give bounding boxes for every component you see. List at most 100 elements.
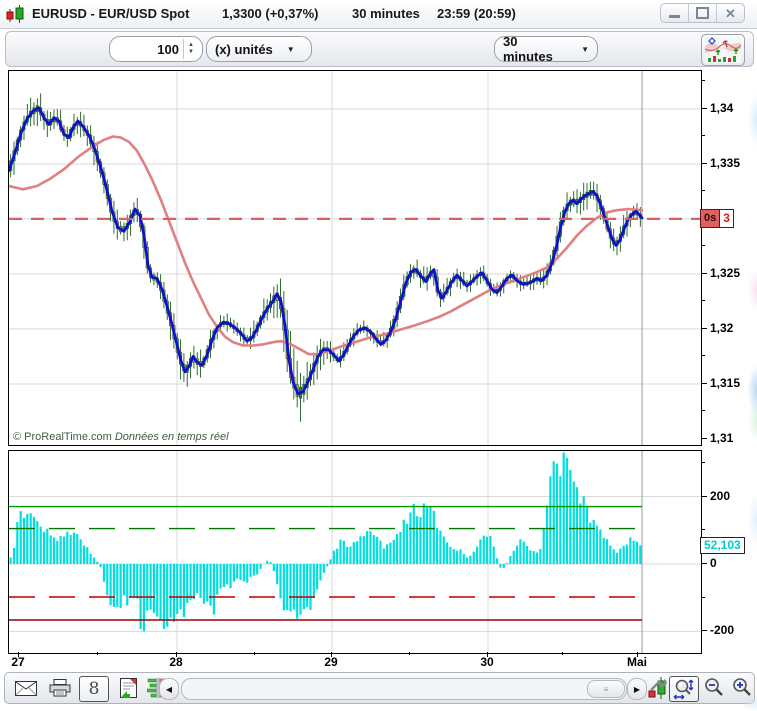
axis-minor-tick [701,135,705,136]
price-axis-label: 1,335 [710,156,740,170]
bottom-toolbar: 8 ◀ ≡ ▶ [4,672,755,704]
zoom-out-icon [703,677,725,699]
time-axis: 27 28 29 30 Mai [8,652,700,668]
order-document-button[interactable] [115,676,141,700]
arrow-right-icon: ▶ [634,685,640,694]
copyright-text: © ProRealTime.com [13,431,112,443]
chart-style-button[interactable] [701,34,745,66]
minimize-button[interactable] [661,4,689,22]
indicator-axis-label: 200 [710,489,730,503]
spinner-arrows[interactable]: ▲ ▼ [183,39,198,59]
zoom-in-icon [731,677,753,699]
wrench-candle-icon [648,677,668,699]
axis-tick [701,630,707,631]
units-dropdown-label: (x) unités [215,42,273,57]
price-axis-label: 1,325 [710,266,740,280]
quote-clock: 23:59 (20:59) [437,6,516,21]
axis-minor-tick [701,245,705,246]
close-button[interactable]: ✕ [717,4,744,22]
axis-tick [701,563,707,564]
axis-tick [701,328,707,329]
scrollbar-thumb[interactable]: ≡ [587,680,625,698]
axis-minor-tick [701,190,705,191]
time-axis-minor-tick [97,652,98,655]
price-axis-label: 1,32 [710,321,733,335]
axis-minor-tick [701,597,705,598]
candlestick-8-icon: 8 [89,681,100,698]
axis-minor-tick [701,529,705,530]
document-arrows-icon [120,678,137,698]
chart-toolbar: 100 ▲ ▼ (x) unités ▼ 30 minutes ▼ [5,31,754,67]
quote-price: 1,3300 (+0,37%) [222,6,318,21]
screenshot-root: { "window": { "app_title": "EURUSD - EUR… [0,0,757,711]
candlestick-style-button[interactable]: 8 [79,676,109,702]
time-axis-label: 27 [11,655,24,669]
axis-tick [701,383,707,384]
price-axis-label: 1,31 [710,431,733,445]
price-chart-panel[interactable]: © ProRealTime.com Données en temps réel [8,70,702,446]
zoom-in-button[interactable] [729,676,755,700]
axis-minor-tick [701,462,705,463]
spinner-up-icon[interactable]: ▲ [184,42,198,49]
axis-tick [701,273,707,274]
maximize-icon [696,7,709,19]
email-button[interactable] [13,676,39,700]
title-bar[interactable]: EURUSD - EUR/USD Spot 1,3300 (+0,37%) 30… [0,0,757,29]
zoom-pan-icon [673,678,695,700]
spinner-down-icon[interactable]: ▼ [184,49,198,56]
oscillator-histogram [9,451,701,653]
time-axis-minor-tick [409,652,410,655]
chevron-down-icon: ▼ [581,45,589,54]
maximize-button[interactable] [689,4,717,22]
zoom-pan-button[interactable] [669,676,699,702]
close-icon: ✕ [725,7,736,20]
price-axis-label: 1,315 [710,376,740,390]
axis-minor-tick [701,300,705,301]
units-value[interactable]: 100 [110,42,183,57]
time-axis-label: 29 [324,655,337,669]
chevron-down-icon: ▼ [287,45,295,54]
envelope-icon [15,681,37,696]
chart-preview-icon [705,37,741,63]
app-candlestick-icon [5,4,27,24]
time-axis-minor-tick [254,652,255,655]
time-axis-label: Mai [627,655,647,669]
axis-tick [701,496,707,497]
indicator-axis-label: -200 [710,623,734,637]
zoom-out-button[interactable] [701,676,727,700]
time-axis-minor-tick [562,652,563,655]
axis-minor-tick [701,410,705,411]
print-button[interactable] [47,676,73,700]
price-axis: 1,34 1,335 1,325 1,32 1,315 1,31 [701,70,756,444]
period-dropdown[interactable]: 30 minutes ▼ [494,36,598,62]
time-axis-label: 28 [169,655,182,669]
copyright-label: © ProRealTime.com Données en temps réel [13,431,229,443]
grip-icon: ≡ [604,685,609,694]
candlestick-chart [9,71,701,445]
axis-minor-tick [701,355,705,356]
time-axis-label: 30 [480,655,493,669]
axis-tick [701,438,707,439]
price-axis-label: 1,34 [710,101,733,115]
chart-scrollbar[interactable]: ≡ [181,678,627,700]
realtime-text: Données en temps réel [115,431,229,443]
axis-minor-tick [701,80,705,81]
scroll-right-button[interactable]: ▶ [627,678,647,700]
indicator-panel[interactable] [8,450,702,654]
units-spinner[interactable]: 100 ▲ ▼ [109,36,203,62]
printer-icon [49,679,71,697]
units-dropdown[interactable]: (x) unités ▼ [206,36,312,62]
period-dropdown-label: 30 minutes [503,34,567,64]
quote-timeframe: 30 minutes [352,6,420,21]
countdown-label: 0s [701,210,719,227]
window-controls: ✕ [660,3,745,23]
scroll-left-button[interactable]: ◀ [159,678,179,700]
arrow-left-icon: ◀ [166,685,172,694]
indicator-value-marker: 52,103 [700,537,745,554]
axis-tick [701,108,707,109]
price-digit-label: 3 [719,210,733,227]
chart-settings-button[interactable] [645,676,671,700]
last-price-marker: 0s 3 [700,209,734,228]
indicator-axis-label: 0 [710,556,717,570]
minimize-icon [669,15,680,18]
